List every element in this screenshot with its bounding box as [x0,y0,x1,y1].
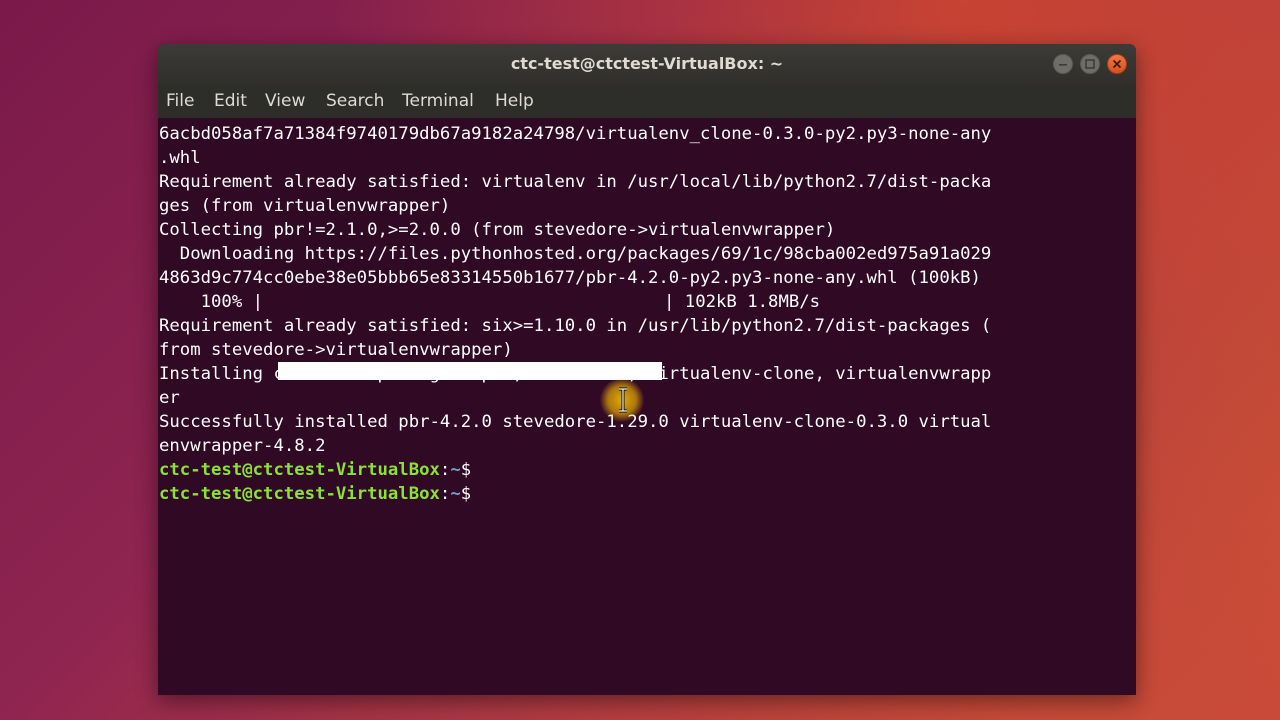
terminal-line: Downloading https://files.pythonhosted.o… [159,244,992,264]
progress-percent: 100% | [159,292,264,312]
terminal-line: ges (from virtualenvwrapper) [159,196,451,216]
text-cursor-icon [619,387,627,413]
maximize-button[interactable] [1080,54,1100,74]
menubar: File Edit View Search Terminal Help [158,84,1136,118]
menu-search[interactable]: Search [326,84,384,118]
terminal-line: Requirement already satisfied: virtualen… [159,172,992,192]
terminal-line: Installing collected packages: pbr, stev… [159,364,992,384]
terminal-line: .whl [159,148,201,168]
terminal-window[interactable]: ctc-test@ctctest-VirtualBox: ~ File Edit… [158,44,1136,695]
desktop-background: ctc-test@ctctest-VirtualBox: ~ File Edit… [0,0,1280,720]
terminal-line: from stevedore->virtualenvwrapper) [159,340,513,360]
minimize-button[interactable] [1053,54,1073,74]
progress-stats: | 102kB 1.8MB/s [664,292,821,312]
prompt-symbol: $ [460,460,472,480]
menu-help[interactable]: Help [495,84,534,118]
prompt-path: ~ [450,460,461,480]
prompt-user: ctc-test@ctctest-VirtualBox [159,460,440,480]
terminal-line: er [159,388,180,408]
maximize-icon [1085,59,1095,69]
titlebar[interactable]: ctc-test@ctctest-VirtualBox: ~ [158,44,1136,84]
terminal-line: Successfully installed pbr-4.2.0 stevedo… [159,412,992,432]
terminal-line: Requirement already satisfied: six>=1.10… [159,316,992,336]
close-icon [1112,59,1122,69]
terminal-output[interactable]: 6acbd058af7a71384f9740179db67a9182a24798… [158,118,1136,695]
close-button[interactable] [1107,54,1127,74]
menu-view[interactable]: View [265,84,305,118]
terminal-line: Collecting pbr!=2.1.0,>=2.0.0 (from stev… [159,220,836,240]
shell-prompt: ctc-test@ctctest-VirtualBox:~$ [159,458,471,482]
terminal-line: 6acbd058af7a71384f9740179db67a9182a24798… [159,124,992,144]
prompt-symbol: $ [460,484,472,504]
prompt-separator: : [439,460,451,480]
prompt-user: ctc-test@ctctest-VirtualBox [159,484,440,504]
terminal-line: 4863d9c774cc0ebe38e05bbb65e83314550b1677… [159,268,981,288]
window-title: ctc-test@ctctest-VirtualBox: ~ [510,54,784,73]
prompt-path: ~ [450,484,461,504]
menu-edit[interactable]: Edit [214,84,247,118]
minimize-icon [1059,64,1067,66]
terminal-line: envwrapper-4.8.2 [159,436,326,456]
shell-prompt: ctc-test@ctctest-VirtualBox:~$ [159,482,471,506]
menu-file[interactable]: File [166,84,194,118]
menu-terminal[interactable]: Terminal [402,84,474,118]
prompt-separator: : [439,484,451,504]
